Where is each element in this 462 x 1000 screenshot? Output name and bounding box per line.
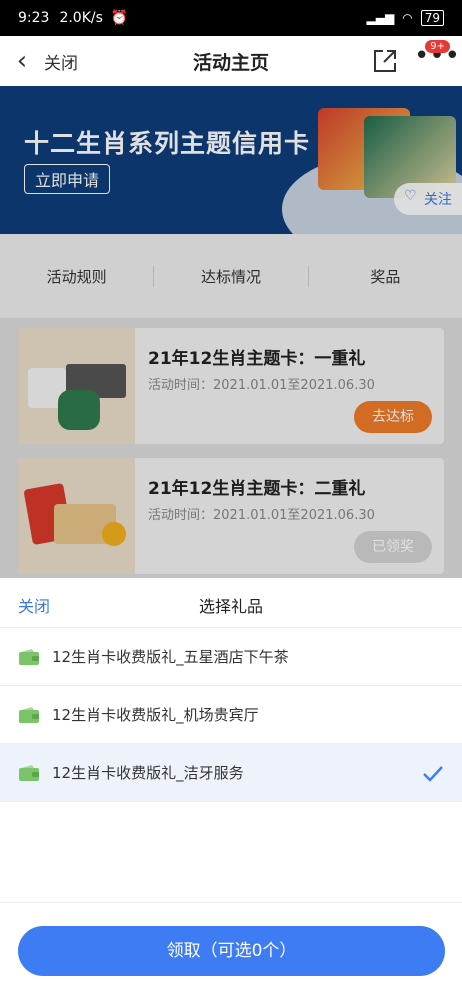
notification-badge: 9+	[425, 40, 450, 53]
sheet-title: 选择礼品	[198, 597, 263, 616]
gift-option-afternoon-tea[interactable]: 12生肖卡收费版礼_五星酒店下午茶	[0, 628, 462, 686]
share-icon[interactable]	[372, 48, 398, 74]
gift-label: 12生肖卡收费版礼_五星酒店下午茶	[52, 648, 289, 666]
claim-button[interactable]: 领取（可选0个）	[18, 926, 445, 976]
nav-bar: ‹ 关闭 活动主页 ••• 9+	[0, 36, 462, 86]
nav-close-button[interactable]: 关闭	[44, 49, 78, 74]
wallet-icon	[19, 706, 39, 723]
gift-option-vip-lounge[interactable]: 12生肖卡收费版礼_机场贵宾厅	[0, 686, 462, 744]
wallet-icon	[19, 764, 39, 781]
modal-overlay[interactable]	[0, 86, 462, 578]
checkmark-icon	[423, 766, 443, 782]
signal-icon: ▂▄▆	[366, 11, 395, 25]
wifi-icon: ◠	[402, 11, 413, 25]
wallet-icon	[19, 648, 39, 665]
sheet-header: 关闭 选择礼品	[0, 578, 462, 628]
alarm-icon: ⏰	[110, 10, 129, 26]
sheet-divider	[0, 902, 462, 903]
status-time: 9:23	[18, 10, 50, 26]
network-speed: 2.0K/s	[59, 10, 103, 26]
gift-label: 12生肖卡收费版礼_机场贵宾厅	[52, 706, 259, 724]
status-icons: ▂▄▆ ◠ 79	[367, 10, 444, 26]
gift-option-teeth-cleaning[interactable]: 12生肖卡收费版礼_洁牙服务	[0, 744, 462, 802]
gift-selection-sheet: 关闭 选择礼品 12生肖卡收费版礼_五星酒店下午茶 12生肖卡收费版礼_机场贵宾…	[0, 578, 462, 1000]
sheet-close-button[interactable]: 关闭	[18, 593, 50, 617]
gift-label: 12生肖卡收费版礼_洁牙服务	[52, 764, 244, 782]
status-bar: 9:23 2.0K/s ⏰ ▂▄▆ ◠ 79	[0, 0, 462, 36]
battery-icon: 79	[420, 10, 444, 26]
back-icon[interactable]: ‹	[0, 46, 44, 76]
